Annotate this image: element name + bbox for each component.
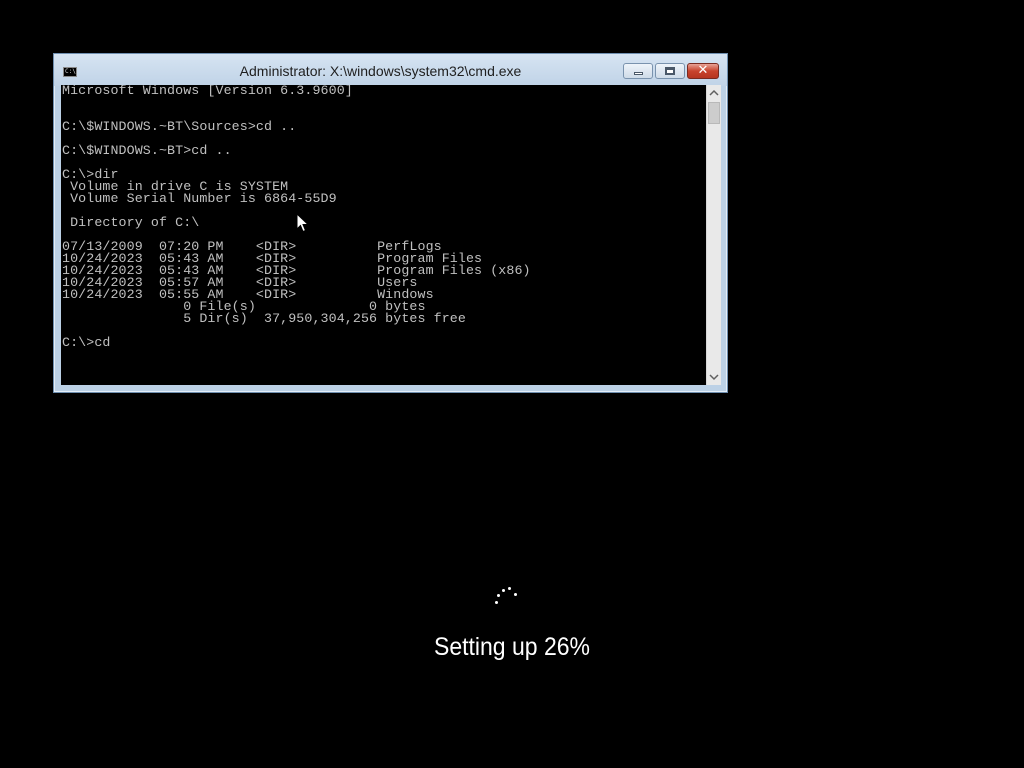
maximize-button[interactable]	[655, 63, 685, 79]
close-icon: ✕	[697, 63, 709, 78]
minimize-button[interactable]	[623, 63, 653, 79]
chevron-down-icon	[709, 374, 719, 381]
console-output[interactable]: Microsoft Windows [Version 6.3.9600] C:\…	[61, 85, 706, 385]
console-line: Volume Serial Number is 6864-55D9	[62, 191, 337, 206]
loading-spinner-icon	[493, 586, 519, 608]
mouse-cursor-icon	[296, 213, 310, 233]
console-text: Microsoft Windows [Version 6.3.9600] C:\…	[61, 85, 706, 349]
console-line: C:\>cd	[62, 335, 111, 350]
scroll-up-button[interactable]	[707, 85, 721, 101]
minimize-icon	[634, 72, 643, 75]
maximize-icon	[665, 67, 675, 75]
vertical-scrollbar[interactable]	[706, 85, 721, 385]
console-line: C:\$WINDOWS.~BT>cd ..	[62, 143, 232, 158]
cmd-window[interactable]: C:\ Administrator: X:\windows\system32\c…	[53, 53, 728, 393]
console-line: 5 Dir(s) 37,950,304,256 bytes free	[62, 311, 466, 326]
scroll-down-button[interactable]	[707, 369, 721, 385]
caption-buttons: ✕	[621, 63, 719, 81]
console-line: Directory of C:\	[62, 215, 200, 230]
setup-progress-text: Setting up 26%	[433, 633, 590, 661]
scroll-thumb[interactable]	[708, 102, 720, 124]
title-bar[interactable]: C:\ Administrator: X:\windows\system32\c…	[54, 54, 727, 86]
close-button[interactable]: ✕	[687, 63, 719, 79]
chevron-up-icon	[709, 89, 719, 96]
console-line: Microsoft Windows [Version 6.3.9600]	[62, 85, 353, 98]
console-line: C:\$WINDOWS.~BT\Sources>cd ..	[62, 119, 297, 134]
